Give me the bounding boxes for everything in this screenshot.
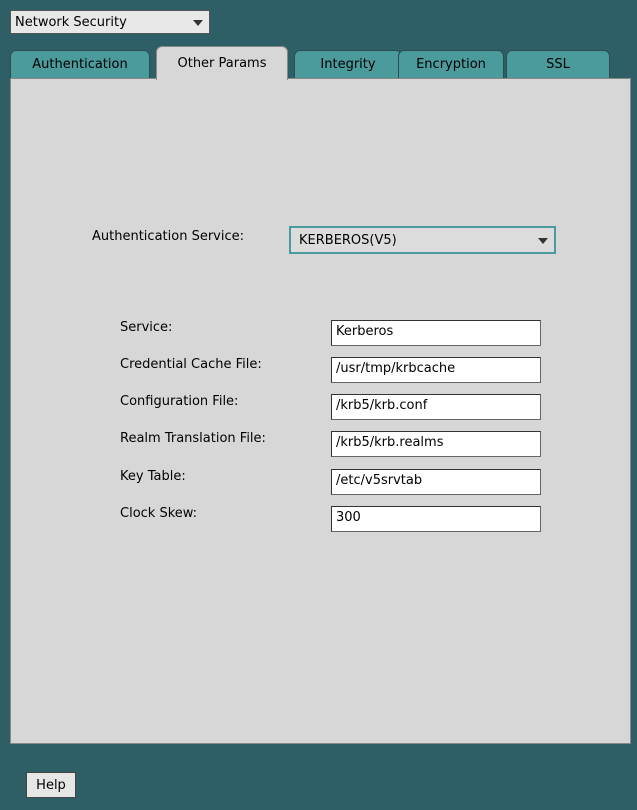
chevron-down-icon <box>538 238 548 244</box>
tab-label: Authentication <box>32 57 128 72</box>
tab-encryption[interactable]: Encryption <box>398 50 504 78</box>
tab-label: Encryption <box>416 57 486 72</box>
category-select-value: Network Security <box>15 14 127 30</box>
tab-other-params[interactable]: Other Params <box>156 46 288 80</box>
realm-translation-file-label: Realm Translation File: <box>120 431 266 446</box>
auth-service-label: Authentication Service: <box>92 229 244 244</box>
service-field[interactable]: Kerberos <box>331 320 541 346</box>
tab-integrity[interactable]: Integrity <box>294 50 402 78</box>
tab-authentication[interactable]: Authentication <box>10 50 150 78</box>
tab-label: SSL <box>546 57 570 72</box>
key-table-field[interactable]: /etc/v5srvtab <box>331 469 541 495</box>
credential-cache-file-label: Credential Cache File: <box>120 357 262 372</box>
realm-translation-file-field[interactable]: /krb5/krb.realms <box>331 431 541 457</box>
auth-service-select[interactable]: KERBEROS(V5) <box>289 226 556 254</box>
help-button-label: Help <box>36 777 66 793</box>
tab-label: Other Params <box>177 56 267 71</box>
configuration-file-label: Configuration File: <box>120 394 239 409</box>
help-button[interactable]: Help <box>26 772 76 798</box>
category-select[interactable]: Network Security <box>10 10 210 34</box>
credential-cache-file-field[interactable]: /usr/tmp/krbcache <box>331 357 541 383</box>
auth-service-value: KERBEROS(V5) <box>299 232 397 248</box>
tab-ssl[interactable]: SSL <box>506 50 610 78</box>
clock-skew-label: Clock Skew: <box>120 506 198 521</box>
configuration-file-field[interactable]: /krb5/krb.conf <box>331 394 541 420</box>
chevron-down-icon <box>193 20 203 26</box>
clock-skew-field[interactable]: 300 <box>331 506 541 532</box>
service-label: Service: <box>120 320 173 335</box>
tab-label: Integrity <box>320 57 376 72</box>
key-table-label: Key Table: <box>120 469 186 484</box>
